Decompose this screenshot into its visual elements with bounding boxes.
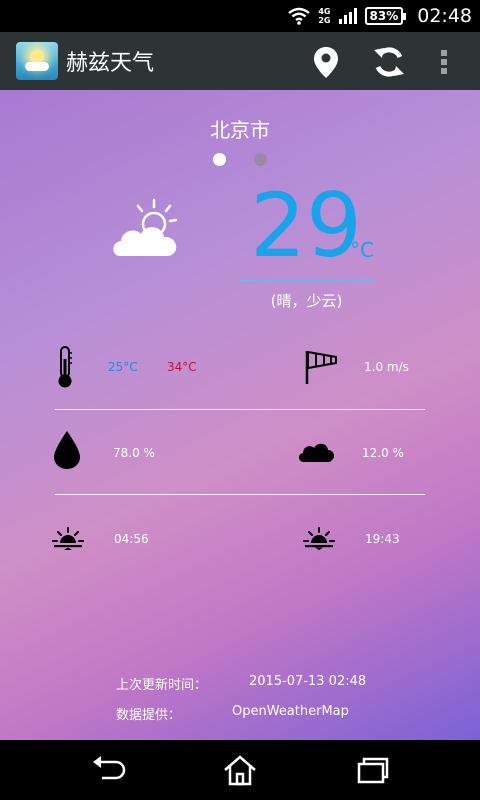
temperature-underline xyxy=(240,280,373,281)
city-name: 北京市 xyxy=(210,118,270,142)
row-divider xyxy=(55,409,425,410)
wind-speed: 1.0 m/s xyxy=(364,360,409,374)
location-pin-icon[interactable] xyxy=(308,44,344,80)
temp-max: 34°C xyxy=(167,360,197,374)
cloudiness-value: 12.0 % xyxy=(362,446,404,460)
cloud-icon xyxy=(298,443,335,462)
weather-panel[interactable]: 北京市 29 °C (晴，少云) 25°C 34°C 1.0 m/s 78.0 … xyxy=(0,90,480,740)
signal-icon xyxy=(338,8,357,24)
temperature-unit: °C xyxy=(350,238,374,262)
sun-behind-cloud-icon xyxy=(113,198,178,256)
temp-min: 25°C xyxy=(108,360,138,374)
clock: 02:48 xyxy=(417,5,472,27)
last-updated-value: 2015-07-13 02:48 xyxy=(249,674,367,689)
humidity-drop-icon xyxy=(54,431,80,469)
humidity-value: 78.0 % xyxy=(113,446,155,460)
status-bar: 4G 2G 83% 02:48 xyxy=(0,0,480,32)
last-updated-label: 上次更新时间： xyxy=(116,678,208,693)
home-icon[interactable] xyxy=(221,754,259,786)
sunrise-time: 04:56 xyxy=(114,532,149,546)
overflow-menu-icon[interactable] xyxy=(426,44,462,80)
data-provider-value: OpenWeatherMap xyxy=(232,704,349,719)
navigation-bar xyxy=(0,740,480,800)
page-indicator-active xyxy=(213,153,226,166)
wifi-icon xyxy=(288,7,311,25)
refresh-icon[interactable] xyxy=(371,44,407,80)
thermometer-icon xyxy=(58,346,72,388)
sunset-icon xyxy=(303,527,335,550)
sunrise-icon xyxy=(52,527,84,550)
page-indicator-inactive xyxy=(254,153,267,166)
weather-description: (晴，少云) xyxy=(270,292,343,310)
network-type: 4G 2G xyxy=(318,7,331,25)
back-icon[interactable] xyxy=(90,754,126,786)
action-bar: 赫兹天气 xyxy=(0,32,480,90)
sunset-time: 19:43 xyxy=(365,532,400,546)
app-logo-icon[interactable] xyxy=(16,42,58,80)
row-divider xyxy=(55,494,425,495)
battery-indicator: 83% xyxy=(364,7,406,25)
data-provider-label: 数据提供： xyxy=(116,708,182,723)
app-title: 赫兹天气 xyxy=(66,51,155,76)
windsock-icon xyxy=(305,350,337,384)
recent-apps-icon[interactable] xyxy=(356,754,390,786)
